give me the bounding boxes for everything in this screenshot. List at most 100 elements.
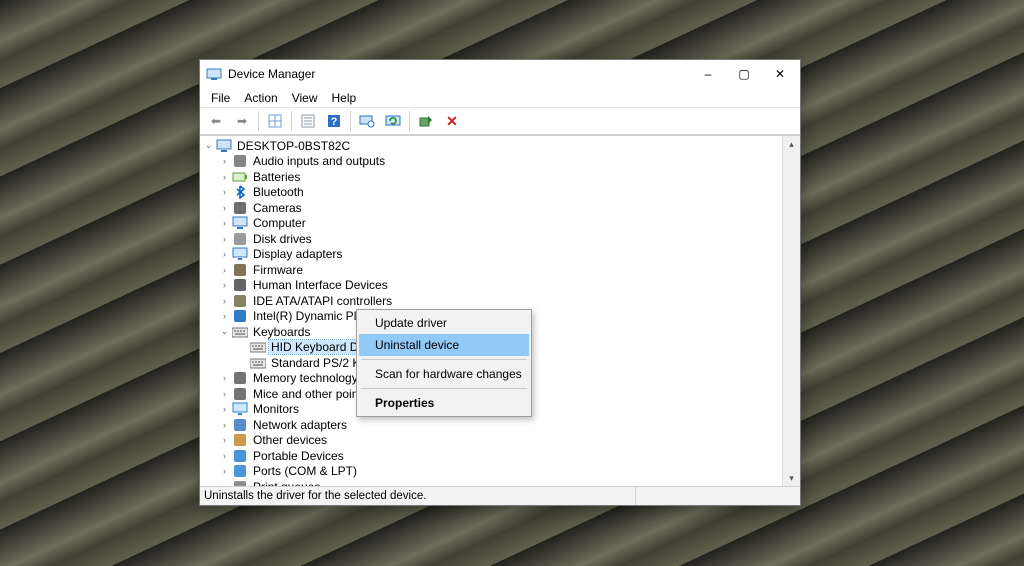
scroll-down-button[interactable]: ▾ [783, 470, 800, 487]
context-menu-separator [361, 388, 527, 389]
list-icon [300, 113, 316, 129]
tree-category[interactable]: › Batteries [200, 169, 783, 185]
help-button[interactable]: ? [322, 109, 346, 133]
computer-icon [216, 139, 232, 153]
tree-category[interactable]: › Bluetooth [200, 185, 783, 201]
keyboard-icon [250, 356, 266, 370]
tree-item-label: Ports (COM & LPT) [251, 464, 359, 478]
tree-category[interactable]: › Network adapters [200, 417, 783, 433]
menu-action[interactable]: Action [237, 90, 284, 106]
status-cell [635, 487, 796, 505]
close-button[interactable]: ✕ [762, 60, 798, 88]
tree-category[interactable]: › Human Interface Devices [200, 278, 783, 294]
monitor-icon [232, 402, 248, 416]
device-manager-window: Device Manager – ▢ ✕ File Action View He… [199, 59, 801, 506]
tree-item-label: Cameras [251, 201, 304, 215]
tree-category[interactable]: › Display adapters [200, 247, 783, 263]
battery-icon [232, 170, 248, 184]
device-enable-icon [418, 113, 434, 129]
bluetooth-icon [232, 185, 248, 199]
tree-item-label: Monitors [251, 402, 301, 416]
tree-category[interactable]: › Computer [200, 216, 783, 232]
forward-button[interactable]: ➡ [230, 109, 254, 133]
tree-category[interactable]: › Other devices [200, 433, 783, 449]
update-driver-button[interactable] [355, 109, 379, 133]
firmware-icon [232, 263, 248, 277]
tree-category[interactable]: › Audio inputs and outputs [200, 154, 783, 170]
other-icon [232, 433, 248, 447]
tree-item-label: Portable Devices [251, 449, 346, 463]
keyboard-icon [250, 340, 266, 354]
context-menu-item[interactable]: Properties [359, 392, 529, 414]
tree-item-label: Audio inputs and outputs [251, 154, 387, 168]
menubar: File Action View Help [200, 88, 800, 108]
maximize-button[interactable]: ▢ [726, 60, 762, 88]
tree-item-label: Display adapters [251, 247, 344, 261]
minimize-button[interactable]: – [690, 60, 726, 88]
vertical-scrollbar[interactable]: ▴ ▾ [782, 136, 800, 487]
context-menu: Update driverUninstall device Scan for ha… [356, 309, 532, 417]
mouse-icon [232, 387, 248, 401]
tree-root[interactable]: ⌄ DESKTOP-0BST82C [200, 138, 783, 154]
camera-icon [232, 201, 248, 215]
tree-item-label: IDE ATA/ATAPI controllers [251, 294, 394, 308]
toolbar: ⬅ ➡ ? ✕ [200, 108, 800, 135]
tree-item-label: Human Interface Devices [251, 278, 390, 292]
monitor-scan-icon [359, 113, 375, 129]
tree-item-label: Keyboards [251, 325, 312, 339]
monitor-refresh-icon [385, 113, 401, 129]
titlebar[interactable]: Device Manager – ▢ ✕ [200, 60, 800, 88]
context-menu-item[interactable]: Scan for hardware changes [359, 363, 529, 385]
ports-icon [232, 464, 248, 478]
tree-item-label: Network adapters [251, 418, 349, 432]
toolbar-separator [350, 111, 351, 131]
keyboard-icon [232, 325, 248, 339]
menu-file[interactable]: File [204, 90, 237, 106]
toolbar-separator [291, 111, 292, 131]
window-title: Device Manager [228, 67, 315, 81]
scroll-up-button[interactable]: ▴ [783, 136, 800, 153]
disable-button[interactable]: ✕ [440, 109, 464, 133]
help-icon: ? [326, 113, 342, 129]
back-button[interactable]: ⬅ [204, 109, 228, 133]
context-menu-item[interactable]: Uninstall device [359, 334, 529, 356]
properties-button[interactable] [296, 109, 320, 133]
toolbar-separator [258, 111, 259, 131]
audio-icon [232, 154, 248, 168]
tree-item-label: Bluetooth [251, 185, 306, 199]
computer-icon [232, 216, 248, 230]
display-icon [232, 247, 248, 261]
ide-icon [232, 294, 248, 308]
context-menu-separator [361, 359, 527, 360]
arrow-left-icon: ⬅ [211, 114, 221, 128]
tree-category[interactable]: › Ports (COM & LPT) [200, 464, 783, 480]
intel-icon [232, 309, 248, 323]
tree-category[interactable]: › Disk drives [200, 231, 783, 247]
tree-item-label: Disk drives [251, 232, 314, 246]
show-hidden-button[interactable] [263, 109, 287, 133]
context-menu-item[interactable]: Update driver [359, 312, 529, 334]
tree-item-label: Other devices [251, 433, 329, 447]
enable-button[interactable] [414, 109, 438, 133]
tree-item-label: DESKTOP-0BST82C [235, 139, 352, 153]
tree-category[interactable]: › Firmware [200, 262, 783, 278]
svg-text:?: ? [331, 116, 338, 128]
hid-icon [232, 278, 248, 292]
status-bar: Uninstalls the driver for the selected d… [200, 486, 800, 505]
tree-category[interactable]: › Cameras [200, 200, 783, 216]
uninstall-button[interactable] [381, 109, 405, 133]
tree-category[interactable]: › IDE ATA/ATAPI controllers [200, 293, 783, 309]
tree-item-label: Firmware [251, 263, 305, 277]
arrow-right-icon: ➡ [237, 114, 247, 128]
grid-icon [267, 113, 283, 129]
tree-item-label: Batteries [251, 170, 302, 184]
disk-icon [232, 232, 248, 246]
toolbar-separator [409, 111, 410, 131]
tree-category[interactable]: › Portable Devices [200, 448, 783, 464]
menu-help[interactable]: Help [325, 90, 364, 106]
tree-item-label: Computer [251, 216, 308, 230]
memory-icon [232, 371, 248, 385]
status-text: Uninstalls the driver for the selected d… [204, 490, 426, 502]
app-icon [206, 66, 222, 82]
menu-view[interactable]: View [285, 90, 325, 106]
